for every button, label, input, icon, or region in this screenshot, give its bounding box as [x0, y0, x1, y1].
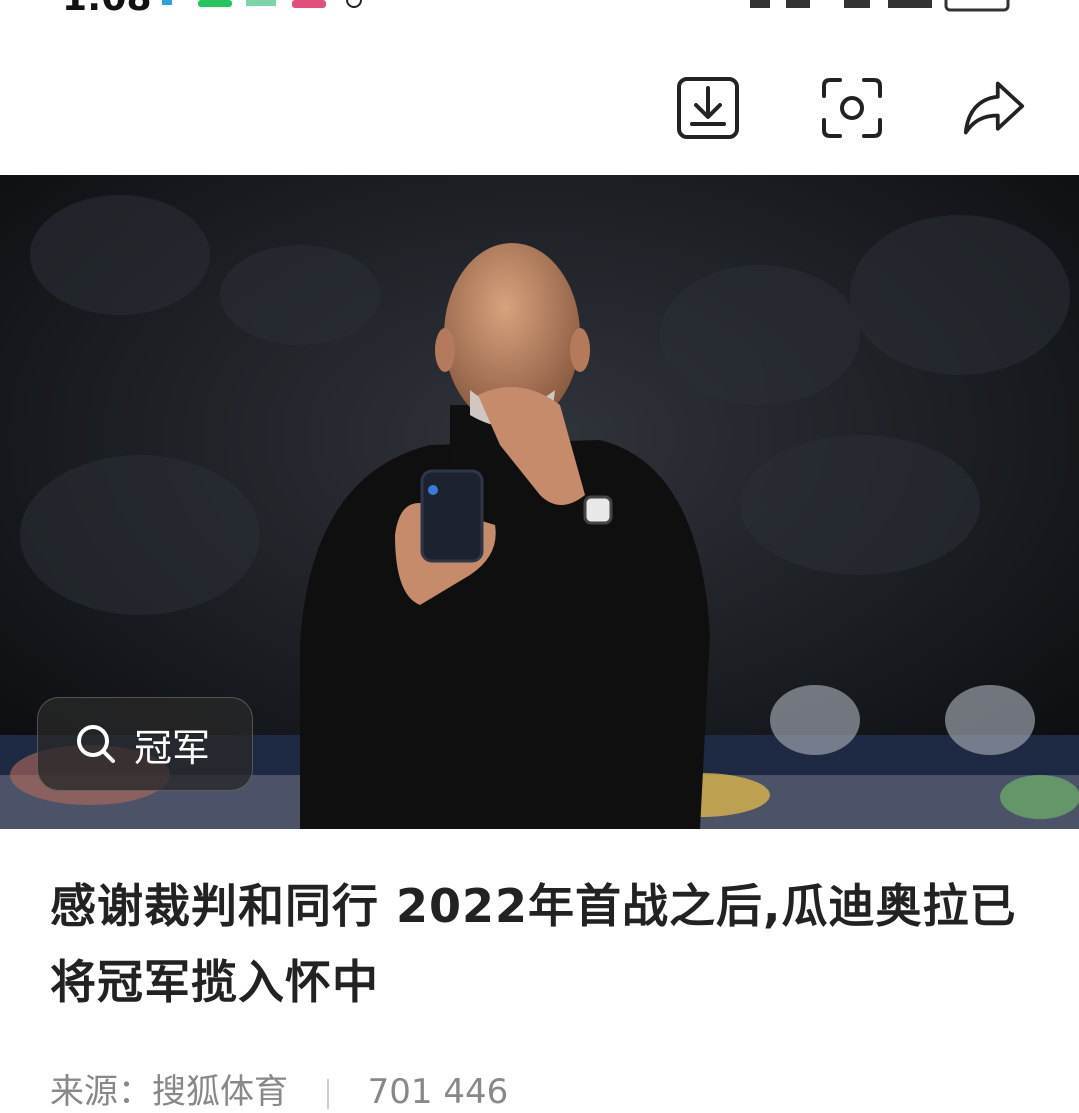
article-source[interactable]: 来源：搜狐体育 [50, 1072, 288, 1112]
top-toolbar [0, 14, 1079, 175]
status-icons [162, 0, 1010, 12]
download-button[interactable] [676, 76, 740, 140]
search-chip-label: 冠军 [134, 725, 211, 770]
meta-divider [326, 1078, 329, 1109]
screenshot-button[interactable] [820, 76, 884, 140]
article-meta: 来源：搜狐体育 701 446 [50, 1064, 508, 1113]
share-button[interactable] [962, 76, 1026, 140]
search-chip[interactable]: 冠军 [37, 697, 253, 791]
hero-image[interactable]: 冠军 [0, 175, 1079, 829]
download-icon [677, 77, 739, 139]
share-icon [963, 81, 1025, 135]
search-icon [77, 725, 115, 763]
status-bar: 1:08 [0, 0, 1079, 14]
screenshot-icon [822, 78, 882, 138]
article-title: 感谢裁判和同行 2022年首战之后,瓜迪奥拉已将冠军揽入怀中 [50, 879, 1017, 1009]
article-meta-extra: 701 446 [367, 1072, 509, 1112]
